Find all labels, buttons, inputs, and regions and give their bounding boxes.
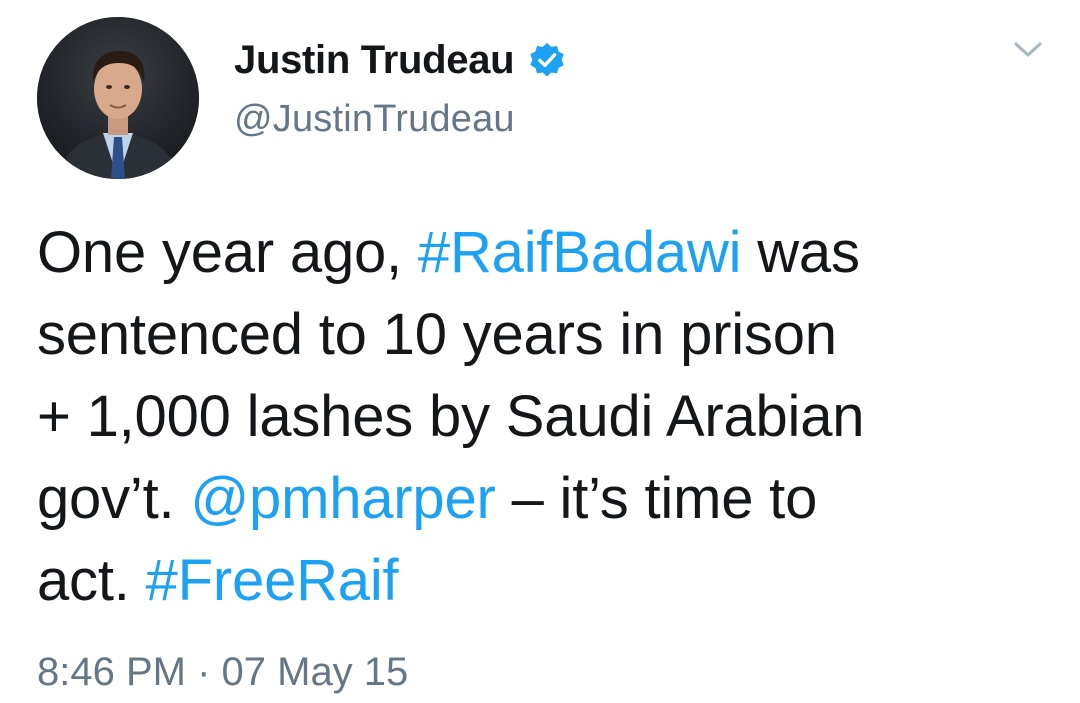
tweet-text-line-1: One year ago, #RaifBadawi was <box>37 212 1047 294</box>
tweet-text-line-4: gov’t. @pmharper – it’s time to <box>37 458 1047 540</box>
avatar-photo <box>37 17 199 179</box>
verified-badge-icon <box>530 42 565 77</box>
tweet-card: Justin Trudeau @JustinTrudeau One year a… <box>0 0 1080 703</box>
text-segment: was <box>741 220 860 285</box>
tweet-text-line-3: + 1,000 lashes by Saudi Arabian <box>37 384 865 449</box>
author-avatar[interactable] <box>37 17 199 179</box>
mention-pmharper-link[interactable]: @pmharper <box>190 466 496 531</box>
author-name-row: Justin Trudeau <box>234 38 566 82</box>
tweet-text: One year ago, #RaifBadawi was sentenced … <box>37 212 1047 622</box>
chevron-down-icon[interactable] <box>1010 34 1046 64</box>
text-segment: gov’t. <box>37 466 191 531</box>
hashtag-freeraif-link[interactable]: #FreeRaif <box>146 548 399 613</box>
tweet-timestamp[interactable]: 8:46 PM · 07 May 15 <box>37 648 408 696</box>
text-segment: act. <box>37 548 146 613</box>
text-segment: – it’s time to <box>495 466 818 531</box>
hashtag-raifbadawi-link[interactable]: #RaifBadawi <box>418 220 742 285</box>
author-display-name[interactable]: Justin Trudeau <box>234 38 515 82</box>
tweet-text-line-5: act. #FreeRaif <box>37 540 1047 622</box>
author-handle[interactable]: @JustinTrudeau <box>234 97 515 141</box>
tweet-text-line-2: sentenced to 10 years in prison <box>37 302 837 367</box>
text-segment: One year ago, <box>37 220 418 285</box>
